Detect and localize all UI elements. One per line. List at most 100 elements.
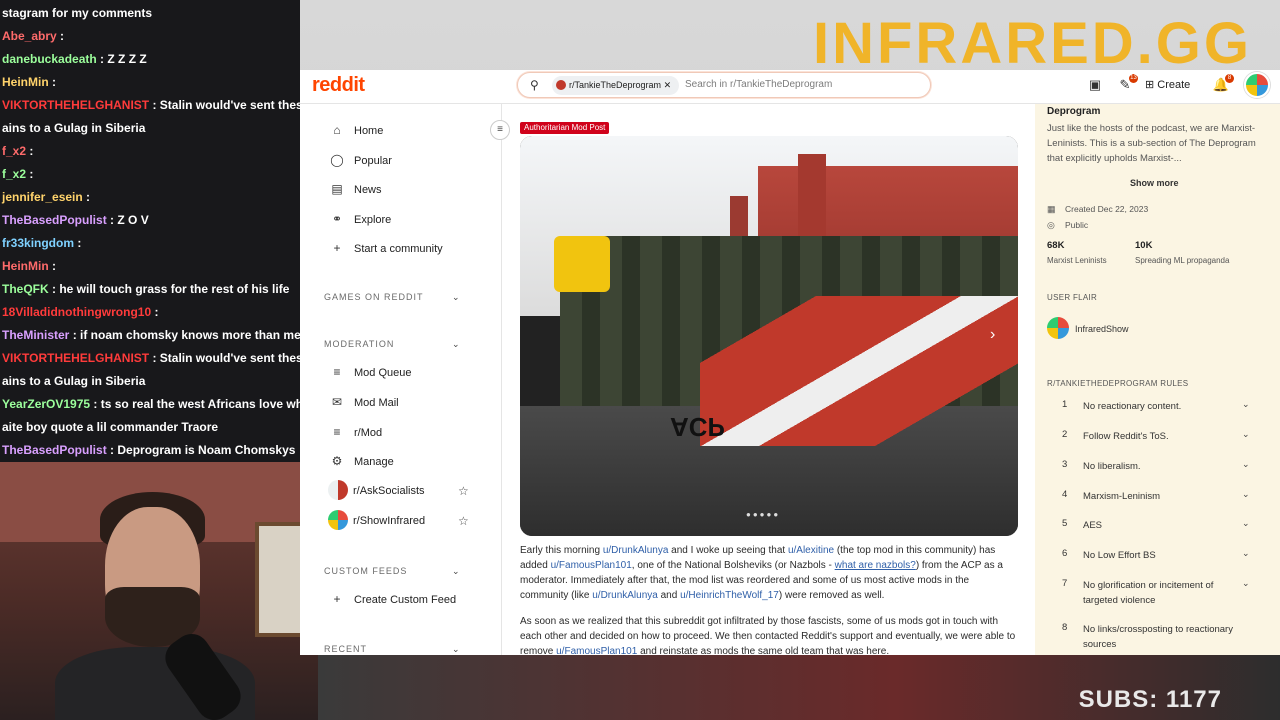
nav-manage[interactable]: ⚙ Manage: [328, 449, 394, 473]
chat-username[interactable]: VIKTORTHEHELGHANIST: [2, 98, 149, 112]
chevron-down-icon[interactable]: ⌄: [1242, 489, 1250, 500]
carousel-dots[interactable]: ●●●●●: [746, 510, 780, 519]
nav-show-infrared[interactable]: r/ShowInfrared ☆: [328, 509, 478, 533]
news-icon: ▤: [331, 182, 343, 196]
user-link[interactable]: u/DrunkAlunya: [592, 590, 658, 601]
chevron-down-icon[interactable]: ⌄: [1242, 399, 1250, 410]
rule-number: 4: [1062, 489, 1068, 500]
image-sticker: [554, 236, 610, 292]
rule-number: 8: [1062, 622, 1068, 633]
nav-r-mod[interactable]: ≡ r/Mod: [328, 420, 382, 444]
post-image[interactable]: ACP ●●●●● ›: [520, 136, 1018, 536]
post-text: Early this morning: [520, 545, 603, 556]
chat-username[interactable]: danebuckadeath: [2, 52, 97, 66]
post-text: and reinstate as mods the same old team …: [637, 646, 890, 655]
chat-username[interactable]: jennifer_esein: [2, 190, 83, 204]
chip-close-icon[interactable]: ✕: [664, 80, 672, 90]
chat-text: :: [29, 167, 34, 181]
members-count: 68K: [1047, 240, 1065, 251]
chat-username[interactable]: f_x2: [2, 144, 26, 158]
nav-r-mod-label: r/Mod: [354, 427, 383, 439]
chat-username[interactable]: HeinMin: [2, 259, 49, 273]
collapse-sidebar-button[interactable]: ≡: [490, 120, 510, 140]
post-text: and: [657, 590, 681, 601]
rule-text: No Low Effort BS: [1083, 550, 1156, 561]
chat-username[interactable]: HeinMin: [2, 75, 49, 89]
nav-popular[interactable]: ◯ Popular: [328, 148, 392, 172]
reddit-logo[interactable]: reddit: [312, 74, 365, 97]
chat-message: HeinMin :: [0, 255, 300, 278]
chat-username[interactable]: fr33kingdom: [2, 236, 74, 250]
chat-text: :: [154, 305, 159, 319]
nav-start-community[interactable]: + Start a community: [328, 236, 442, 260]
chat-username[interactable]: f_x2: [2, 167, 26, 181]
chat-message: aite boy quote a lil commander Traore: [0, 416, 300, 439]
subreddit-search-chip[interactable]: r/TankieTheDeprogram ✕: [552, 76, 680, 95]
post-flair[interactable]: Authoritarian Mod Post: [520, 122, 610, 134]
chat-text: :: [29, 144, 34, 158]
advertise-icon[interactable]: ▣: [1085, 75, 1105, 95]
post-text: and I woke up seeing that: [668, 545, 788, 556]
nav-mod-queue[interactable]: ≡ Mod Queue: [328, 360, 411, 384]
carousel-next-icon[interactable]: ›: [990, 326, 995, 344]
visibility-label: Public: [1065, 220, 1089, 230]
chat-message: stagram for my comments: [0, 2, 300, 25]
section-moderation[interactable]: MODERATION ⌄: [324, 339, 484, 349]
create-button[interactable]: ⊞ Create: [1145, 75, 1190, 95]
chat-username[interactable]: VIKTORTHEHELGHANIST: [2, 351, 149, 365]
nav-ask-socialists-label: r/AskSocialists: [353, 485, 425, 497]
chat-username[interactable]: TheBasedPopulist: [2, 213, 107, 227]
chat-message: TheQFK : he will touch grass for the res…: [0, 278, 300, 301]
nav-ask-socialists[interactable]: r/AskSocialists ☆: [328, 479, 478, 503]
notifications-icon[interactable]: 🔔 8: [1211, 74, 1234, 95]
chat-icon[interactable]: ✎ 13: [1115, 74, 1138, 95]
nav-news[interactable]: ▤ News: [328, 177, 381, 201]
user-link[interactable]: u/DrunkAlunya: [603, 545, 669, 556]
chat-text: :: [52, 75, 57, 89]
favorite-star-icon[interactable]: ☆: [458, 479, 469, 503]
calendar-icon: ▦: [1047, 204, 1056, 214]
user-link[interactable]: u/HeinrichTheWolf_17: [680, 590, 779, 601]
community-title: Deprogram: [1047, 106, 1101, 117]
chat-username[interactable]: Abe_abry: [2, 29, 57, 43]
nav-mod-mail[interactable]: ✉ Mod Mail: [328, 390, 399, 414]
favorite-star-icon[interactable]: ☆: [458, 509, 469, 533]
chevron-down-icon[interactable]: ⌄: [1242, 429, 1250, 440]
chat-username[interactable]: 18Villadidnothingwrong10: [2, 305, 151, 319]
user-link[interactable]: u/FamousPlan101: [556, 646, 637, 655]
section-recent[interactable]: RECENT ⌄: [324, 644, 484, 654]
chevron-down-icon[interactable]: ⌄: [1242, 578, 1250, 589]
image-acp-logo: ACP: [670, 412, 725, 442]
nav-create-custom-feed[interactable]: + Create Custom Feed: [328, 587, 456, 611]
nav-explore[interactable]: ⚭ Explore: [328, 207, 391, 231]
nav-mod-queue-label: Mod Queue: [354, 367, 412, 379]
chat-username[interactable]: TheMinister: [2, 328, 69, 342]
flair-avatar: [1047, 317, 1069, 339]
search-bar[interactable]: ⚲ r/TankieTheDeprogram ✕ Search in r/Tan…: [517, 72, 931, 98]
chevron-down-icon[interactable]: ⌄: [1242, 459, 1250, 470]
nav-home[interactable]: ⌂ Home: [328, 118, 383, 142]
rule-number: 6: [1062, 548, 1068, 559]
section-games[interactable]: GAMES ON REDDIT ⌄: [324, 292, 484, 302]
user-link[interactable]: u/Alexitine: [788, 545, 834, 556]
show-more-button[interactable]: Show more: [1130, 178, 1179, 188]
subreddit-chip-label: r/TankieTheDeprogram: [569, 80, 662, 90]
chat-message: TheMinister : if noam chomsky knows more…: [0, 324, 300, 347]
nazbols-link[interactable]: what are nazbols?: [835, 560, 916, 571]
explore-icon: ⚭: [331, 212, 343, 226]
search-input[interactable]: Search in r/TankieTheDeprogram: [685, 79, 832, 90]
chat-username[interactable]: YearZerOV1975: [2, 397, 90, 411]
user-avatar[interactable]: [1244, 72, 1270, 98]
user-link[interactable]: u/FamousPlan101: [551, 560, 632, 571]
show-infrared-avatar: [328, 510, 348, 530]
chat-username[interactable]: TheBasedPopulist: [2, 443, 107, 457]
chat-text: : Z Z Z Z: [100, 52, 147, 66]
section-custom-feeds[interactable]: CUSTOM FEEDS ⌄: [324, 566, 484, 576]
chevron-down-icon[interactable]: ⌄: [1242, 548, 1250, 559]
rule-text: No glorification or incitement of target…: [1083, 580, 1214, 606]
user-flair[interactable]: InfraredShow: [1047, 317, 1129, 339]
chevron-down-icon[interactable]: ⌄: [1242, 518, 1250, 529]
chat-username[interactable]: TheQFK: [2, 282, 49, 296]
rule-text: Follow Reddit's ToS.: [1083, 431, 1169, 442]
chat-text: ains to a Gulag in Siberia: [2, 121, 146, 135]
